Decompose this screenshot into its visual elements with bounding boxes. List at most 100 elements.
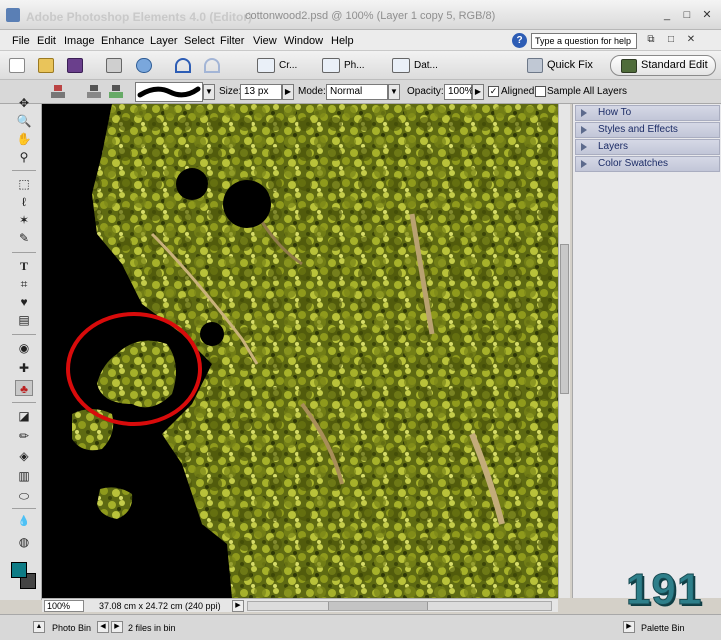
menu-select[interactable]: Select [184,35,215,47]
image-canvas[interactable] [42,104,558,598]
collapse-arrow-icon [581,160,587,168]
printer-icon [106,58,122,73]
sponge-tool-icon[interactable]: ◍ [15,534,33,550]
undo-button[interactable] [172,55,194,76]
pattern-stamp-icon[interactable] [106,83,126,101]
clone-stamp-tool-icon[interactable]: ♣ [15,380,33,396]
undo-icon [175,58,191,73]
help-search-input[interactable] [531,33,637,49]
cookie-cutter-tool-icon[interactable]: ♥ [15,294,33,310]
tool-options-bar: ▼ Size: 13 px ▶ Mode: Normal ▼ Opacity: … [0,80,721,104]
quick-fix-button[interactable]: Quick Fix [517,56,593,75]
prev-file-icon[interactable]: ◀ [97,621,109,633]
menu-file[interactable]: File [12,35,30,47]
menu-help[interactable]: Help [331,35,354,47]
status-menu-arrow[interactable]: ▶ [232,600,244,612]
mode-select[interactable]: Normal [326,84,388,100]
menu-filter[interactable]: Filter [220,35,244,47]
blur-tool-icon[interactable]: 💧 [15,514,33,530]
menu-enhance[interactable]: Enhance [101,35,144,47]
toolbox-divider [12,170,36,171]
date-view-button[interactable]: Dat... [390,55,438,76]
zoom-level-field[interactable]: 100% [44,600,84,612]
menu-image[interactable]: Image [64,35,95,47]
selection-brush-tool-icon[interactable]: ✎ [15,230,33,246]
palette-styles-and-effects[interactable]: Styles and Effects [575,122,720,138]
open-button[interactable] [35,55,57,76]
size-input[interactable]: 13 px [240,84,282,100]
horizontal-scroll-thumb[interactable] [328,602,428,610]
close-button[interactable]: ✕ [700,9,714,22]
floppy-icon [67,58,83,73]
marquee-tool-icon[interactable]: ⬚ [15,176,33,192]
palette-layers[interactable]: Layers [575,139,720,155]
title-bar: Adobe Photoshop Elements 4.0 (Editor) co… [0,0,721,30]
palette-bin-toggle-icon[interactable]: ▶ [623,621,635,633]
share-button[interactable] [133,55,155,76]
files-in-bin-count: 2 files in bin [128,623,176,633]
print-button[interactable] [103,55,125,76]
redo-icon [204,58,220,73]
vertical-scroll-thumb[interactable] [560,244,569,394]
vertical-scrollbar[interactable] [558,104,570,598]
crop-tool-icon[interactable]: ⌗ [15,276,33,292]
doc-close-icon[interactable]: ✕ [685,34,697,46]
standard-edit-button[interactable]: Standard Edit [610,55,716,76]
toolbox-divider [12,334,36,335]
foreground-color-swatch[interactable] [11,562,27,578]
create-button[interactable]: Cr... [255,55,297,76]
eraser-tool-icon[interactable]: ◪ [15,408,33,424]
opacity-label: Opacity: [407,86,444,97]
save-button[interactable] [64,55,86,76]
red-eye-tool-icon[interactable]: ◉ [15,340,33,356]
menu-window[interactable]: Window [284,35,323,47]
zoom-tool-icon[interactable]: 🔍 [15,113,33,129]
menu-view[interactable]: View [253,35,277,47]
eyedropper-tool-icon[interactable]: ⚲ [15,149,33,165]
collapse-arrow-icon [581,143,587,151]
mode-label: Mode: [298,86,326,97]
gradient-tool-icon[interactable]: ▥ [15,468,33,484]
brush-dropdown-arrow[interactable]: ▼ [203,84,215,100]
photo-button[interactable]: Ph... [320,55,365,76]
photo-icon [322,58,340,73]
clone-stamp-preset-icon[interactable] [48,83,68,101]
redo-button[interactable] [201,55,223,76]
palette-how-to[interactable]: How To [575,105,720,121]
horizontal-scrollbar[interactable] [247,601,552,611]
paint-bucket-tool-icon[interactable]: ◈ [15,448,33,464]
move-tool-icon[interactable]: ✥ [15,95,33,111]
type-tool-icon[interactable]: T [15,258,33,274]
sample-all-layers-checkbox[interactable] [535,86,546,97]
maximize-button[interactable]: □ [680,9,694,22]
menu-layer[interactable]: Layer [150,35,178,47]
menu-edit[interactable]: Edit [37,35,56,47]
toolbox: ✥ 🔍 ✋ ⚲ ⬚ ℓ ✶ ✎ T ⌗ ♥ ▤ ◉ ✚ ♣ ◪ ✏ ◈ ▥ ⬭ … [0,96,42,600]
palette-color-swatches[interactable]: Color Swatches [575,156,720,172]
lasso-tool-icon[interactable]: ℓ [15,194,33,210]
app-title: Adobe Photoshop Elements 4.0 (Editor) [26,10,253,24]
aligned-checkbox[interactable]: ✓ [488,86,499,97]
palette-bin-label[interactable]: Palette Bin [641,623,685,633]
photo-bin-label[interactable]: Photo Bin [52,623,91,633]
new-file-button[interactable] [6,55,28,76]
opacity-slider-arrow[interactable]: ▶ [472,84,484,100]
straighten-tool-icon[interactable]: ▤ [15,312,33,328]
shape-tool-icon[interactable]: ⬭ [15,488,33,504]
pencil-tool-icon[interactable]: ✏ [15,428,33,444]
doc-restore-icon[interactable]: ⧉ [645,34,657,46]
opacity-input[interactable]: 100% [444,84,474,100]
photo-bin-toggle-icon[interactable]: ▲ [33,621,45,633]
hand-tool-icon[interactable]: ✋ [15,131,33,147]
healing-brush-tool-icon[interactable]: ✚ [15,360,33,376]
size-slider-arrow[interactable]: ▶ [282,84,294,100]
help-icon[interactable]: ? [512,33,527,48]
mode-dropdown-arrow[interactable]: ▼ [388,84,400,100]
doc-maximize-icon[interactable]: □ [665,34,677,46]
minimize-button[interactable]: _ [660,9,674,22]
quick-fix-icon [527,58,543,73]
next-file-icon[interactable]: ▶ [111,621,123,633]
brush-preset-picker[interactable] [135,82,203,102]
magic-wand-tool-icon[interactable]: ✶ [15,212,33,228]
clone-stamp-option-icon[interactable] [84,83,104,101]
